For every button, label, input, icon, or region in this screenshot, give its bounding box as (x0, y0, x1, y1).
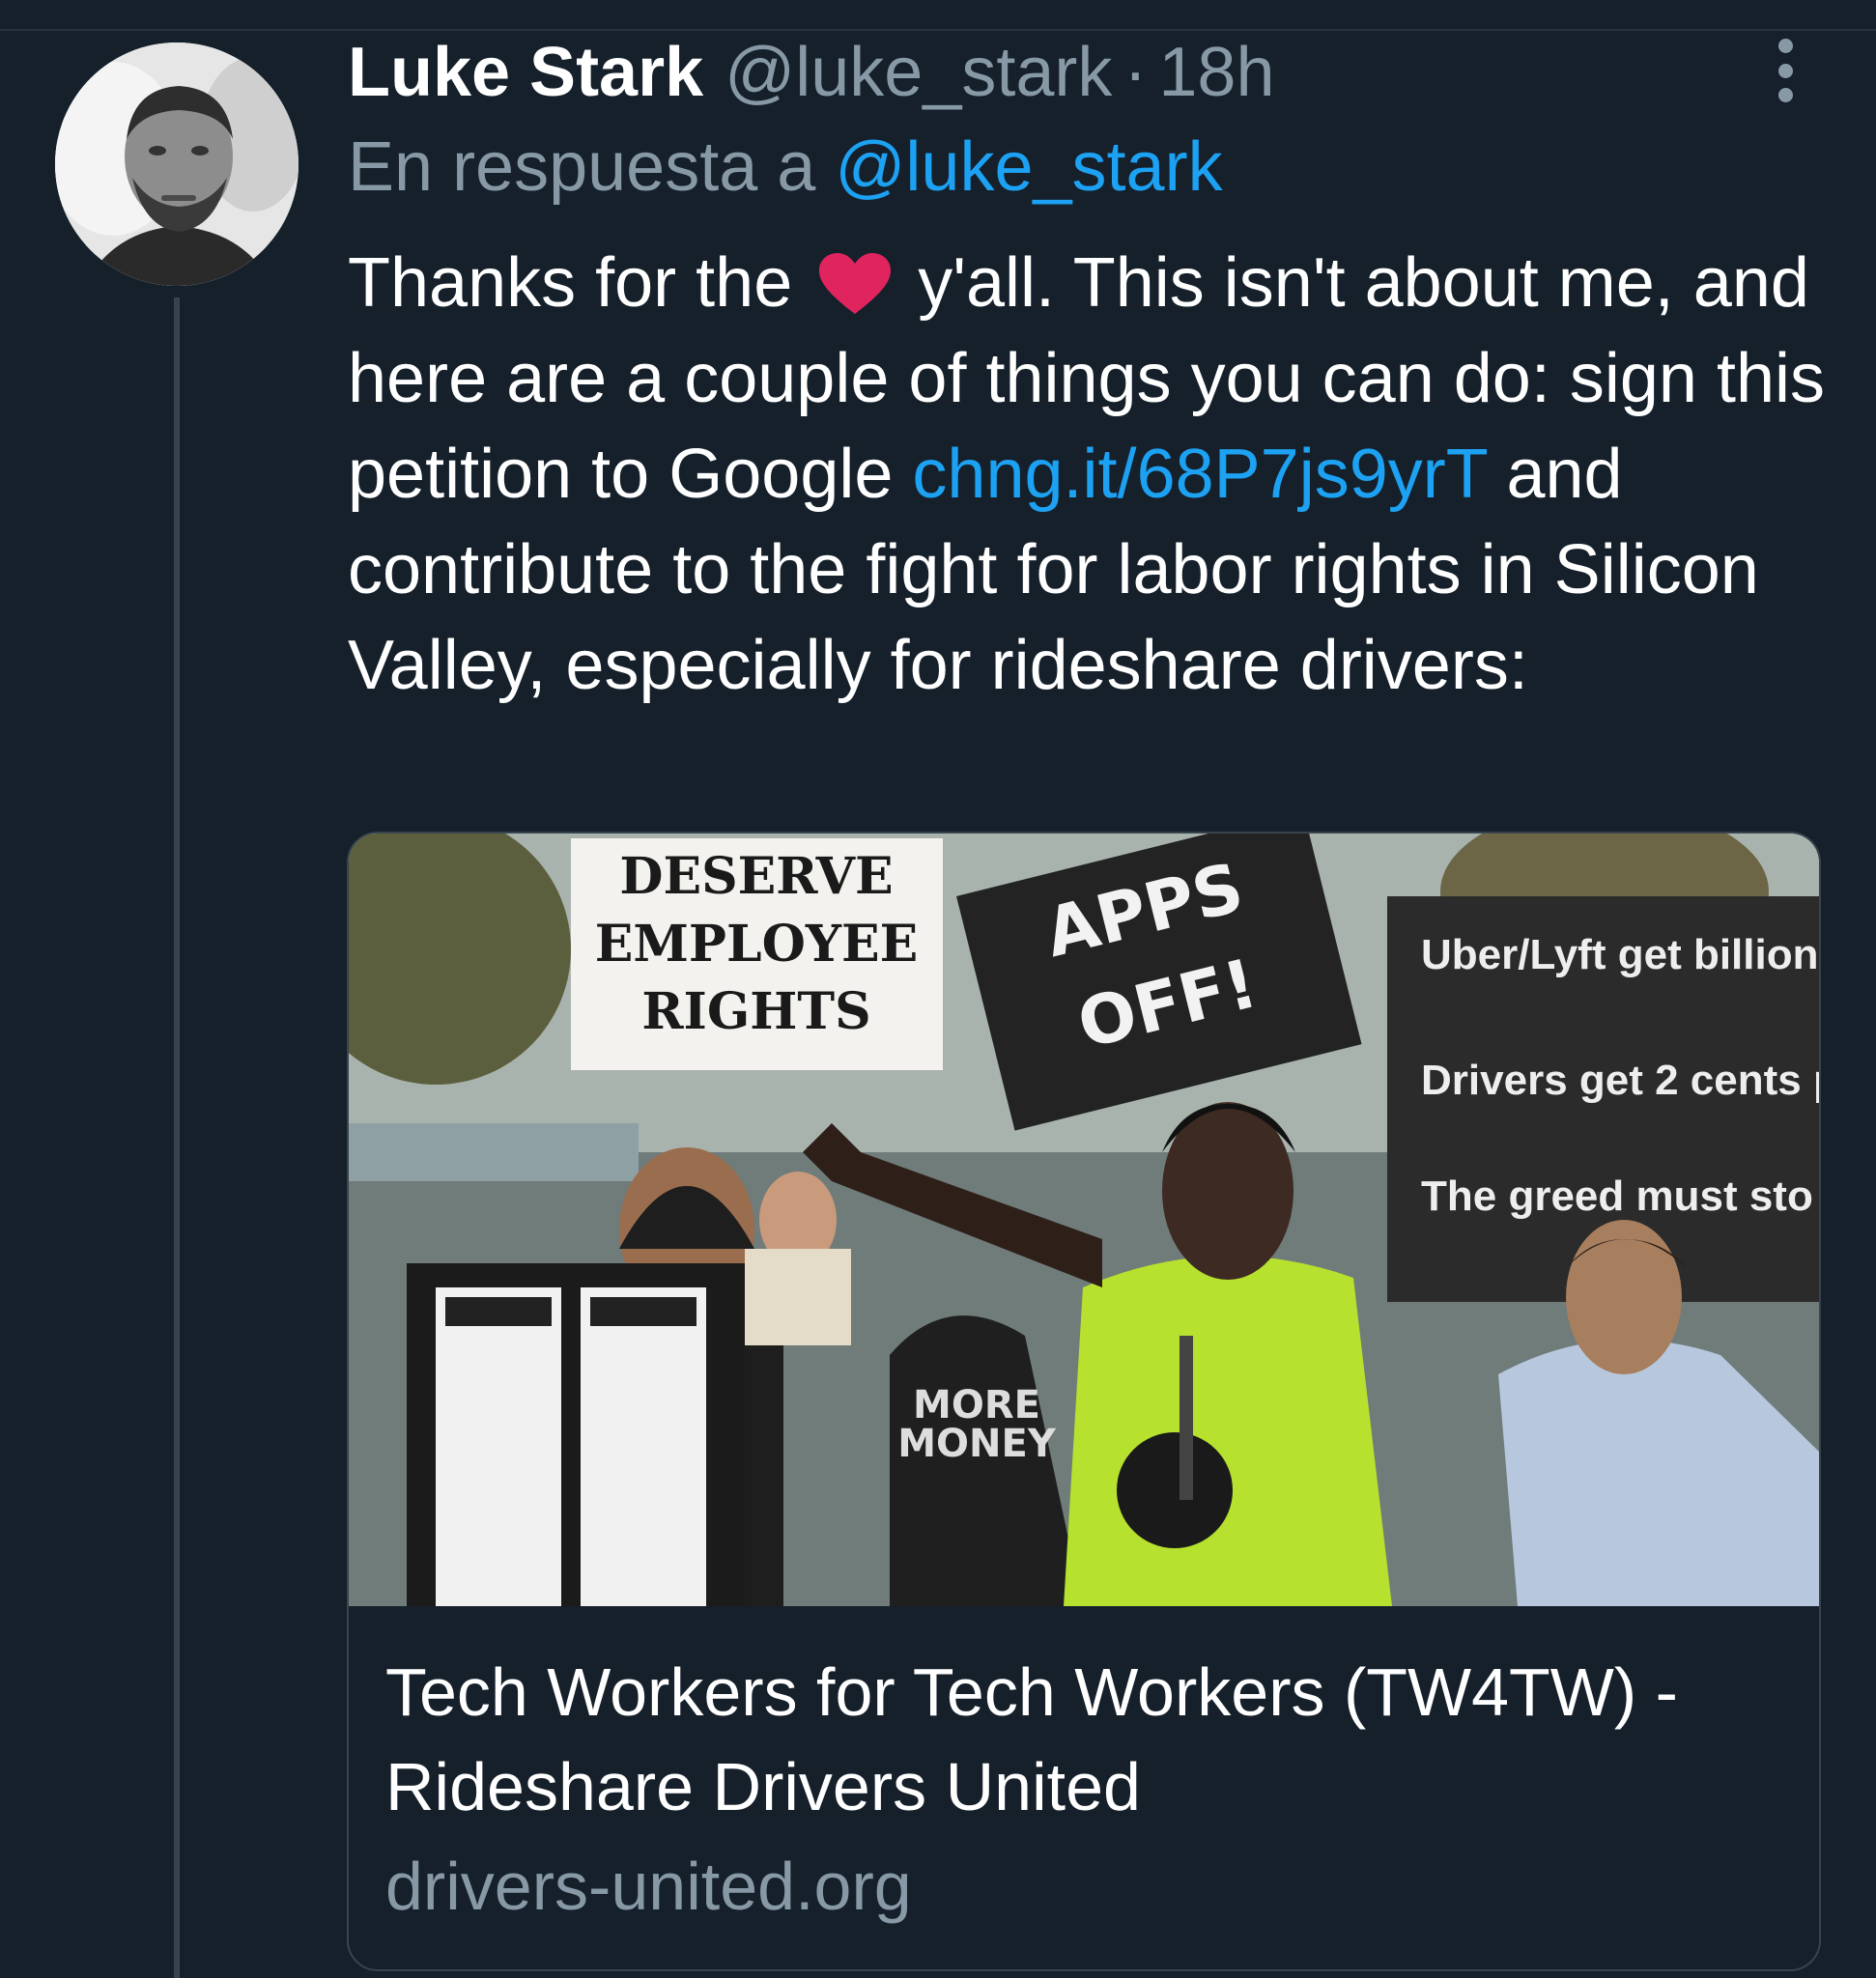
card-title[interactable]: Tech Workers for Tech Workers (TW4TW) - … (385, 1645, 1796, 1834)
reply-context: En respuesta a @luke_stark (348, 127, 1223, 207)
thread-connector-line (174, 297, 180, 1978)
petition-link-part2[interactable]: 68P7js9yrT (1137, 436, 1488, 513)
heart-icon (819, 253, 892, 314)
more-dot (1777, 39, 1793, 53)
more-dot (1777, 63, 1793, 78)
protest-photo: DESERVE EMPLOYEE RIGHTS APPS OFF! Uber/L… (349, 834, 1819, 1606)
sign-text: The greed must sto (1421, 1173, 1813, 1220)
petition-link-part1[interactable]: chng.it/ (912, 436, 1136, 513)
shirt-text: MONEY (897, 1422, 1057, 1466)
sign-deserve-employee-rights: DESERVE EMPLOYEE RIGHTS (571, 838, 943, 1070)
sign-text: RIGHTS (641, 982, 870, 1041)
link-preview-card[interactable]: DESERVE EMPLOYEE RIGHTS APPS OFF! Uber/L… (347, 832, 1821, 1971)
tweet-text: Thanks for the y'all. This isn't about m… (348, 236, 1826, 714)
sign-text: Uber/Lyft get billion (1421, 931, 1818, 978)
author-name[interactable]: Luke Stark (348, 33, 703, 112)
reply-prefix: En respuesta a (348, 128, 816, 206)
card-domain[interactable]: drivers-united.org (385, 1848, 912, 1925)
more-options-icon[interactable] (1766, 39, 1805, 102)
author-handle[interactable]: @luke_stark (725, 33, 1112, 112)
reply-to-handle[interactable]: @luke_stark (835, 128, 1222, 206)
card-image: DESERVE EMPLOYEE RIGHTS APPS OFF! Uber/L… (349, 834, 1819, 1606)
avatar-photo (55, 42, 298, 286)
sign-text: EMPLOYEE (595, 915, 919, 974)
more-dot (1777, 88, 1793, 102)
tweet-header: Luke Stark @luke_stark · 18h (348, 31, 1275, 114)
tweet-text-start: Thanks for the (348, 244, 793, 322)
receipt-board (407, 1263, 745, 1606)
sign-text: Drivers get 2 cents pro (1421, 1057, 1819, 1104)
tweet-time[interactable]: 18h (1158, 33, 1274, 112)
header-separator: · (1123, 34, 1148, 111)
sign-text: DESERVE (619, 847, 893, 906)
author-avatar[interactable] (55, 42, 298, 286)
